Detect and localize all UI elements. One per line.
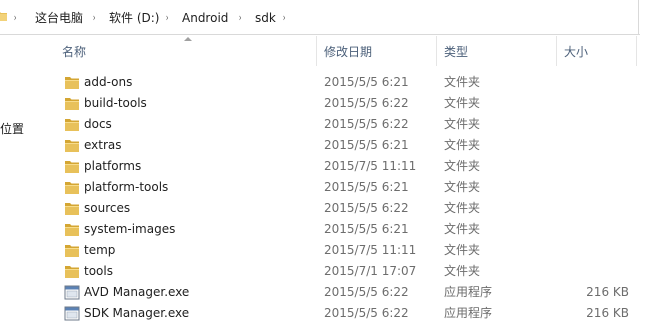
file-row[interactable]: temp 2015/7/5 11:11 文件夹 — [56, 240, 641, 261]
column-header-row: 名称 修改日期 类型 大小 — [56, 36, 641, 66]
file-list: add-ons 2015/5/5 6:21 文件夹 build-tools 2015/5… — [56, 72, 641, 324]
file-row[interactable]: platform-tools 2015/5/5 6:21 文件夹 — [56, 177, 641, 198]
breadcrumb-separator[interactable]: › — [166, 9, 169, 27]
column-divider[interactable] — [436, 36, 437, 66]
file-type: 文件夹 — [444, 96, 481, 110]
file-type: 文件夹 — [444, 243, 481, 257]
file-row[interactable]: AVD Manager.exe 2015/5/5 6:22 应用程序 216 KB — [56, 282, 641, 303]
file-modified-date: 2015/5/5 6:22 — [324, 96, 409, 110]
column-header-name[interactable]: 名称 — [56, 42, 86, 62]
breadcrumb-separator[interactable]: › — [283, 9, 286, 27]
file-type: 文件夹 — [444, 117, 481, 131]
column-header-type[interactable]: 类型 — [438, 42, 468, 62]
breadcrumb-this-pc[interactable]: 这台电脑 — [35, 9, 83, 27]
navigation-pane: 位置 — [0, 0, 49, 328]
file-name: extras — [84, 138, 122, 152]
file-name: system-images — [84, 222, 176, 236]
breadcrumb-separator[interactable]: › — [93, 9, 96, 27]
folder-icon — [64, 264, 80, 279]
file-name: add-ons — [84, 75, 133, 89]
breadcrumb-android[interactable]: Android — [182, 9, 228, 27]
file-type: 文件夹 — [444, 75, 481, 89]
file-row[interactable]: build-tools 2015/5/5 6:22 文件夹 — [56, 93, 641, 114]
folder-icon — [64, 201, 80, 216]
column-divider[interactable] — [316, 36, 317, 66]
file-modified-date: 2015/5/5 6:21 — [324, 75, 409, 89]
file-modified-date: 2015/5/5 6:22 — [324, 201, 409, 215]
folder-icon — [64, 117, 80, 132]
file-type: 文件夹 — [444, 264, 481, 278]
nav-item-label[interactable]: 位置 — [0, 120, 24, 137]
file-name: docs — [84, 117, 112, 131]
column-divider[interactable] — [556, 36, 557, 66]
folder-icon — [64, 138, 80, 153]
exe-icon — [64, 285, 80, 300]
file-row[interactable]: docs 2015/5/5 6:22 文件夹 — [56, 114, 641, 135]
column-header-size[interactable]: 大小 — [558, 42, 588, 62]
folder-icon — [64, 180, 80, 195]
breadcrumb-separator[interactable]: › — [14, 9, 17, 27]
file-modified-date: 2015/5/5 6:22 — [324, 285, 409, 299]
folder-icon — [0, 12, 7, 21]
file-modified-date: 2015/7/5 11:11 — [324, 243, 417, 257]
file-modified-date: 2015/5/5 6:21 — [324, 180, 409, 194]
file-name: AVD Manager.exe — [84, 285, 190, 299]
explorer-window: 位置 › 这台电脑 › 软件 (D:) › Android › sdk › 名称… — [0, 0, 653, 328]
file-row[interactable]: extras 2015/5/5 6:21 文件夹 — [56, 135, 641, 156]
folder-icon — [64, 243, 80, 258]
file-row[interactable]: system-images 2015/5/5 6:21 文件夹 — [56, 219, 641, 240]
sort-ascending-icon — [184, 37, 192, 41]
file-type: 文件夹 — [444, 222, 481, 236]
file-row[interactable]: tools 2015/7/1 17:07 文件夹 — [56, 261, 641, 282]
file-type: 应用程序 — [444, 285, 493, 299]
file-modified-date: 2015/7/5 11:11 — [324, 159, 417, 173]
file-name: SDK Manager.exe — [84, 306, 190, 320]
file-size: 216 KB — [586, 306, 629, 320]
file-modified-date: 2015/5/5 6:22 — [324, 306, 409, 320]
file-type: 文件夹 — [444, 180, 481, 194]
file-modified-date: 2015/7/1 17:07 — [324, 264, 417, 278]
exe-icon — [64, 306, 80, 321]
folder-icon — [64, 222, 80, 237]
file-row[interactable]: sources 2015/5/5 6:22 文件夹 — [56, 198, 641, 219]
file-name: sources — [84, 201, 131, 215]
file-row[interactable]: add-ons 2015/5/5 6:21 文件夹 — [56, 72, 641, 93]
file-modified-date: 2015/5/5 6:21 — [324, 138, 409, 152]
column-header-date[interactable]: 修改日期 — [318, 42, 372, 62]
file-type: 文件夹 — [444, 138, 481, 152]
address-bar[interactable]: › 这台电脑 › 软件 (D:) › Android › sdk › — [0, 0, 640, 35]
column-divider[interactable] — [636, 36, 637, 66]
folder-icon — [64, 159, 80, 174]
file-name: build-tools — [84, 96, 147, 110]
file-type: 文件夹 — [444, 159, 481, 173]
file-name: platform-tools — [84, 180, 169, 194]
file-size: 216 KB — [586, 285, 629, 299]
file-name: platforms — [84, 159, 142, 173]
file-row[interactable]: platforms 2015/7/5 11:11 文件夹 — [56, 156, 641, 177]
file-name: temp — [84, 243, 116, 257]
file-type: 应用程序 — [444, 306, 493, 320]
folder-icon — [64, 75, 80, 90]
file-type: 文件夹 — [444, 201, 481, 215]
file-name: tools — [84, 264, 113, 278]
address-bar-divider — [638, 0, 639, 34]
breadcrumb-sdk[interactable]: sdk — [255, 9, 276, 27]
file-modified-date: 2015/5/5 6:22 — [324, 117, 409, 131]
file-row[interactable]: SDK Manager.exe 2015/5/5 6:22 应用程序 216 KB — [56, 303, 641, 324]
folder-icon — [64, 96, 80, 111]
breadcrumb-separator[interactable]: › — [239, 9, 242, 27]
file-modified-date: 2015/5/5 6:21 — [324, 222, 409, 236]
breadcrumb-drive-d[interactable]: 软件 (D:) — [109, 9, 159, 27]
